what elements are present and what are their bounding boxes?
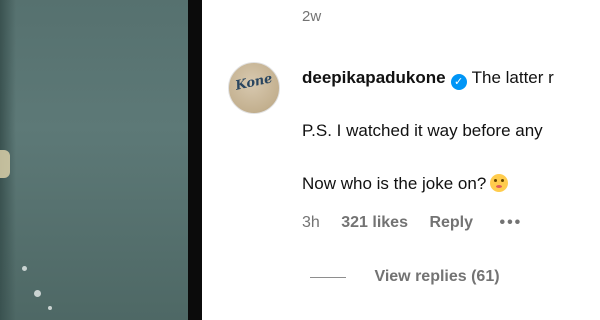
comments-pane: 2w Kone deepikapadukone ✓ The latter r P.S… [202,0,600,320]
media-divider [188,0,202,320]
comment-time: 3h [302,214,320,231]
avatar[interactable]: Kone [228,62,280,114]
comment-username[interactable]: deepikapadukone [302,68,446,87]
comment-text-line1: The latter r [471,68,554,87]
comment: deepikapadukone ✓ The latter r P.S. I watc… [302,66,600,196]
verified-badge-icon: ✓ [450,74,467,90]
comment-line3: Now who is the joke on? [302,172,600,196]
likes-count[interactable]: 321 likes [341,214,408,232]
replies-divider [310,276,346,278]
comment-text-line2: P.S. I watched it way before any [302,121,543,140]
blushing-face-emoji-icon [490,174,509,192]
comment-meta: 3h 321 likes Reply ••• [302,214,522,232]
media-panel [0,0,202,320]
media-highlight [0,150,10,178]
view-replies[interactable]: View replies (61) [310,268,500,286]
comment-text-line3: Now who is the joke on? [302,174,487,193]
avatar-logo: Kone [234,71,274,94]
media-sparkle [34,290,41,297]
reply-button[interactable]: Reply [429,214,473,232]
post-timestamp: 2w [302,8,322,25]
more-options-icon[interactable]: ••• [499,214,522,232]
media-sparkle [22,266,27,271]
media-sparkle [48,306,52,310]
view-replies-button[interactable]: View replies (61) [374,268,499,285]
comment-first-line: deepikapadukone ✓ The latter r [302,66,600,90]
